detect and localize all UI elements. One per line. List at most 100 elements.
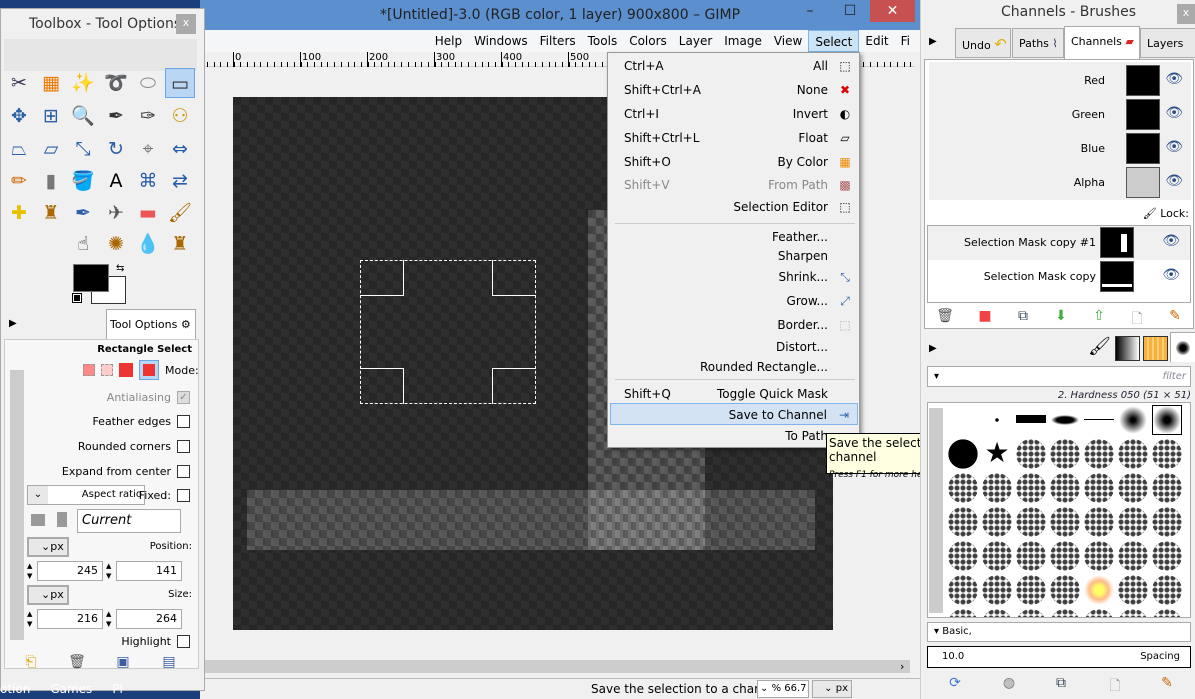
brush-preset[interactable] [982, 507, 1012, 537]
rounded-corners-checkbox[interactable] [177, 440, 190, 453]
channel-row-selection-mask-copy[interactable]: Selection Mask copy 👁 [928, 260, 1190, 294]
channel-to-selection-icon[interactable]: ■ [975, 308, 995, 324]
menu-filters[interactable]: Filters [534, 30, 582, 52]
brush-preset[interactable] [1118, 473, 1148, 503]
refresh-brushes-icon[interactable]: ⟳ [945, 675, 965, 691]
brush-preset[interactable] [1084, 405, 1114, 435]
handle-top-left[interactable] [360, 260, 404, 296]
tool-unified-transform[interactable]: ⇄ [165, 166, 195, 196]
menu-item-sharpen[interactable]: Sharpen [610, 245, 858, 267]
edit-brush-icon[interactable]: ✎ [1157, 675, 1177, 691]
current-field[interactable]: Current [77, 509, 181, 533]
taskbar-item[interactable]: Games [50, 682, 92, 699]
new-brush-icon[interactable]: 🗋 [1105, 675, 1125, 699]
eye-icon[interactable]: 👁 [1162, 233, 1180, 249]
swap-colors-icon[interactable]: ⇆ [116, 263, 124, 274]
tool-airbrush[interactable]: ✈ [101, 198, 131, 228]
position-y-spinner[interactable]: ▲ ▼ [106, 561, 115, 581]
tool-shear[interactable]: ▱ [36, 134, 66, 164]
tool-heal[interactable]: ✚ [4, 198, 34, 228]
menu-item-to-path[interactable]: To Path▬ [610, 425, 858, 447]
raise-channel-icon[interactable]: ⇧ [1089, 308, 1109, 324]
brush-preset[interactable] [1118, 405, 1148, 435]
brush-preset[interactable] [1050, 507, 1080, 537]
brush-preset[interactable] [1152, 609, 1182, 617]
paintbrush-lock-icon[interactable]: 🖌 [1143, 207, 1157, 220]
feather-edges-row[interactable]: Feather edges [92, 415, 190, 428]
tab-brushes-paint[interactable]: 🖌 [1086, 336, 1113, 363]
close-button[interactable]: ✕ [870, 0, 915, 22]
tool-scissors-select[interactable]: ✂ [4, 68, 34, 98]
delete-brush-icon[interactable]: ◍ [999, 675, 1019, 691]
brush-preset[interactable] [948, 541, 978, 571]
dock-close-button[interactable]: x [1177, 4, 1195, 24]
menu-item-border[interactable]: Border... ⬚ [610, 314, 858, 336]
delete-channel-icon[interactable]: 🗑 [935, 308, 955, 324]
tool-free-select[interactable]: ➰ [101, 68, 131, 98]
tool-clone[interactable]: ♜ [36, 198, 66, 228]
brush-preset[interactable] [948, 507, 978, 537]
tab-patterns[interactable] [1143, 336, 1168, 361]
brush-preset[interactable] [1084, 439, 1114, 469]
brush-preset[interactable] [1016, 405, 1046, 435]
size-w-field[interactable]: 216 [37, 609, 103, 629]
brush-preset[interactable] [948, 439, 978, 469]
tool-move[interactable]: ✥ [4, 101, 34, 131]
taskbar-item[interactable]: otion [0, 682, 30, 699]
tab-layers[interactable]: Layers ≣ [1140, 28, 1195, 80]
tool-pencil[interactable]: ✏ [4, 166, 34, 196]
channel-row-alpha[interactable]: Alpha 👁 [930, 166, 1193, 200]
brush-preset[interactable] [1016, 473, 1046, 503]
size-h-field[interactable]: 264 [116, 609, 182, 629]
tool-align[interactable]: ⊞ [36, 101, 66, 131]
position-x-spinner[interactable]: ▲ ▼ [27, 561, 36, 581]
delete-options-icon[interactable]: 🗑 [67, 654, 87, 670]
brush-preset[interactable] [1084, 507, 1114, 537]
eye-icon[interactable]: 👁 [1165, 71, 1183, 87]
expand-center-row[interactable]: Expand from center [62, 465, 190, 478]
menu-item-all[interactable]: Ctrl+A All ⬚ [610, 55, 858, 77]
brush-preset[interactable] [1152, 439, 1182, 469]
tab-tool-options[interactable]: Tool Options ⚙ [106, 309, 196, 339]
highlight-row[interactable]: Highlight [121, 635, 190, 648]
tool-rotate[interactable]: ↻ [101, 134, 131, 164]
handle-bottom-right[interactable] [492, 368, 536, 404]
tool-paintbrush[interactable]: 🖌 [165, 198, 195, 228]
brush-preset[interactable] [1118, 507, 1148, 537]
menu-file[interactable]: Fi [895, 30, 916, 52]
tool-measure[interactable]: ⌖ [133, 134, 163, 164]
handle-top-right[interactable] [492, 260, 536, 296]
channel-row-red[interactable]: Red 👁 [930, 64, 1193, 98]
tool-rectangle-select[interactable]: ▭ [165, 68, 195, 98]
tab-gradients[interactable] [1115, 336, 1140, 361]
brush-preset[interactable] [1152, 473, 1182, 503]
feather-edges-checkbox[interactable] [177, 415, 190, 428]
brush-preset[interactable]: ★ [982, 439, 1012, 469]
menu-view[interactable]: View [768, 30, 808, 52]
unit-combo[interactable]: ⌄ px [812, 680, 852, 698]
tab-paths[interactable]: Paths ⌇ [1012, 28, 1064, 58]
brush-preset[interactable] [1084, 575, 1114, 605]
brush-preset[interactable] [1118, 541, 1148, 571]
edit-channel-icon[interactable]: ✎ [1165, 308, 1185, 324]
tool-zoom[interactable]: 🔍 [68, 101, 98, 131]
expand-center-checkbox[interactable] [177, 465, 190, 478]
channel-row-green[interactable]: Green 👁 [930, 98, 1193, 132]
options-scrollbar[interactable] [10, 370, 24, 640]
brush-preset[interactable] [1016, 575, 1046, 605]
eye-icon[interactable]: 👁 [1165, 173, 1183, 189]
duplicate-channel-icon[interactable]: ⧉ [1013, 308, 1033, 324]
menu-item-grow[interactable]: Grow... ⤢ [610, 290, 858, 312]
menu-windows[interactable]: Windows [468, 30, 534, 52]
tool-smudge[interactable]: ☝ [68, 229, 98, 259]
minimize-button[interactable]: – [790, 0, 830, 22]
brush-preset[interactable] [1050, 541, 1080, 571]
tool-cage-transform[interactable]: ⌘ [133, 166, 163, 196]
brush-preset[interactable] [1084, 473, 1114, 503]
brush-preset[interactable] [982, 575, 1012, 605]
menu-colors[interactable]: Colors [623, 30, 673, 52]
selection-marquee[interactable] [360, 260, 536, 404]
brush-preset[interactable] [1152, 575, 1182, 605]
menu-help[interactable]: Help [429, 30, 468, 52]
tool-color-picker[interactable]: ✒ [101, 101, 131, 131]
